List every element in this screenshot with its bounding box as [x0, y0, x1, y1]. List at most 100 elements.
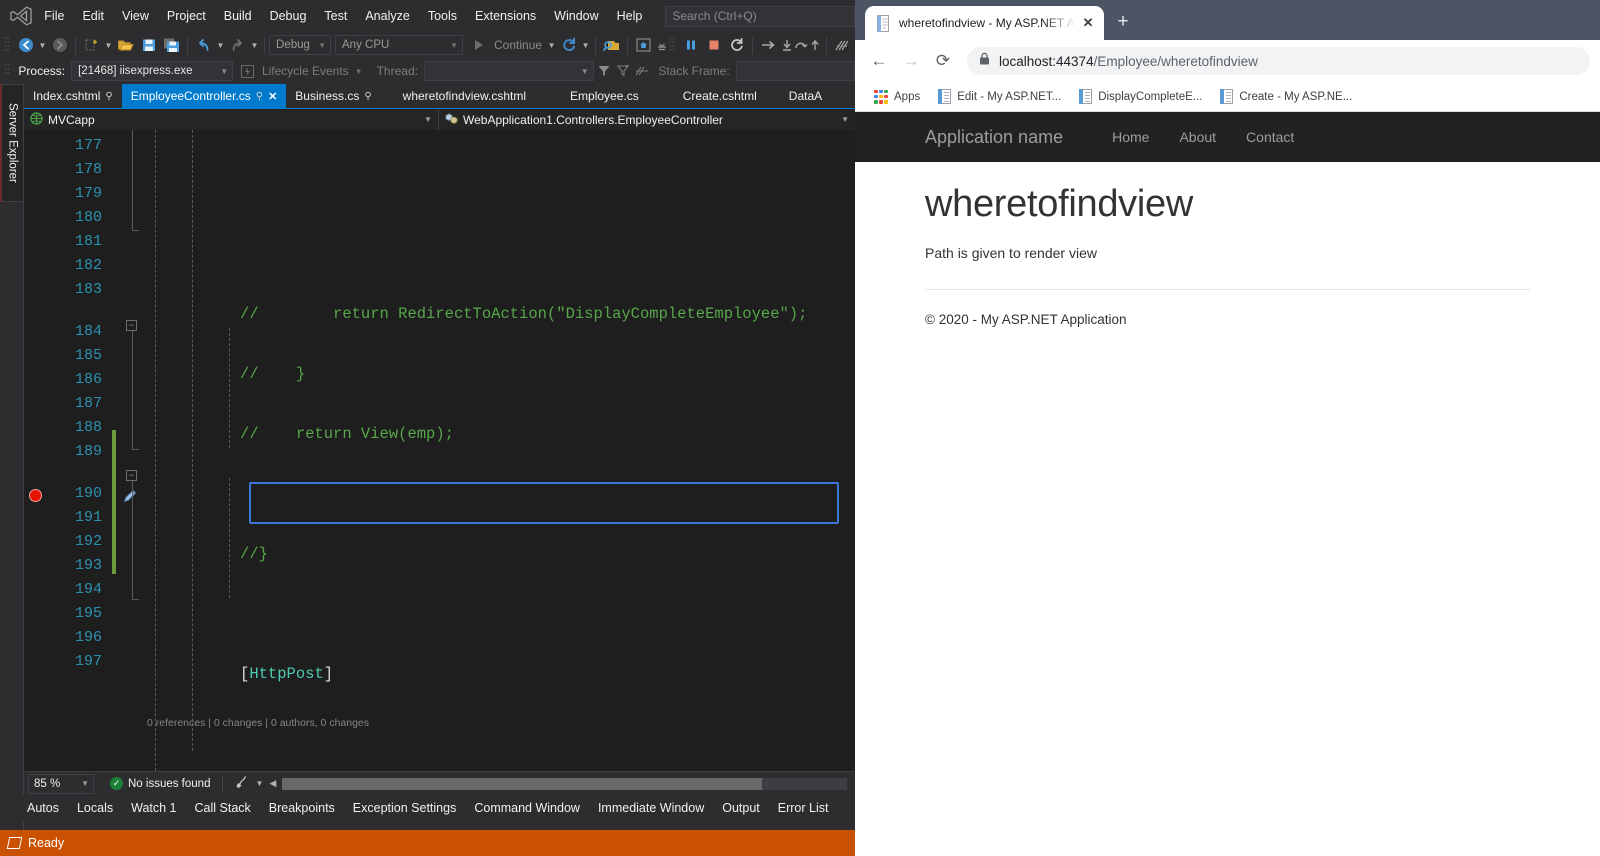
bookmark-displaycompleteemployee[interactable]: DisplayCompleteE...	[1070, 89, 1211, 104]
new-tab-button[interactable]: +	[1118, 11, 1129, 33]
menu-help[interactable]: Help	[608, 4, 652, 28]
menu-edit[interactable]: Edit	[73, 4, 113, 28]
redo-dropdown-icon[interactable]: ▼	[249, 41, 260, 50]
tab-dataaccess[interactable]: DataA	[778, 84, 833, 108]
code-line-180[interactable]	[147, 458, 855, 482]
outlining-margin[interactable]: − −	[119, 130, 147, 771]
menu-file[interactable]: File	[35, 4, 73, 28]
undo-icon[interactable]	[192, 34, 215, 56]
break-dropdown-icon[interactable]	[655, 34, 669, 56]
menu-window[interactable]: Window	[545, 4, 607, 28]
menu-analyze[interactable]: Analyze	[356, 4, 418, 28]
navigate-backward-dropdown-icon[interactable]: ▼	[37, 41, 48, 50]
breakpoint-icon[interactable]	[29, 489, 42, 502]
flag-filter-icon[interactable]	[594, 64, 614, 78]
continue-button-label[interactable]: Continue	[490, 38, 546, 52]
code-line-182[interactable]	[147, 578, 855, 602]
step-into-icon[interactable]	[780, 34, 794, 56]
project-selector[interactable]: MVCapp ▼	[24, 109, 439, 130]
lifecycle-events-icon[interactable]	[239, 64, 256, 78]
start-debug-icon[interactable]	[467, 34, 490, 56]
thread-combo[interactable]: ▼	[423, 61, 594, 81]
tab-create-cshtml[interactable]: Create.cshtml	[660, 84, 779, 108]
glyph-margin[interactable]	[24, 130, 48, 771]
horizontal-scrollbar[interactable]	[282, 777, 847, 790]
restart-debug-icon[interactable]	[725, 34, 748, 56]
undo-dropdown-icon[interactable]: ▼	[215, 41, 226, 50]
browser-tab-wheretofindview[interactable]: wheretofindview - My ASP.NET A ✕	[865, 6, 1104, 40]
step-over-icon[interactable]	[794, 34, 808, 56]
pin-icon[interactable]: ⚲	[105, 91, 112, 102]
navigate-backward-icon[interactable]	[14, 34, 37, 56]
tool-tab-command-window[interactable]: Command Window	[465, 801, 589, 815]
tool-tab-output[interactable]: Output	[713, 801, 769, 815]
pin-icon[interactable]: ⚲	[256, 91, 263, 102]
code-editor[interactable]: 177 178 179 180 181 182 183 184 185 186 …	[24, 130, 855, 771]
restart-dropdown-icon[interactable]: ▼	[580, 41, 591, 50]
nav-link-about[interactable]: About	[1164, 129, 1231, 145]
menu-debug[interactable]: Debug	[261, 4, 316, 28]
collapse-toggle-icon[interactable]: −	[126, 320, 137, 331]
scrollbar-thumb[interactable]	[282, 777, 763, 790]
tab-business-cs[interactable]: Business.cs ⚲	[286, 84, 381, 108]
nav-link-home[interactable]: Home	[1097, 129, 1164, 145]
new-project-icon[interactable]	[80, 34, 103, 56]
solution-platform-combo[interactable]: Any CPU ▼	[335, 35, 463, 55]
save-icon[interactable]	[137, 34, 160, 56]
address-bar[interactable]: localhost:44374/Employee/wheretofindview	[967, 47, 1590, 75]
tool-tab-immediate-window[interactable]: Immediate Window	[589, 801, 713, 815]
bookmark-apps[interactable]: Apps	[865, 89, 929, 104]
save-all-icon[interactable]	[160, 34, 183, 56]
continue-dropdown-icon[interactable]: ▼	[546, 41, 557, 50]
bookmark-create[interactable]: Create - My ASP.NE...	[1211, 89, 1361, 104]
navigate-forward-icon[interactable]	[48, 34, 71, 56]
tab-employee-cs[interactable]: Employee.cs	[548, 84, 661, 108]
scroll-left-icon[interactable]: ◀	[269, 778, 276, 789]
solution-configuration-combo[interactable]: Debug ▼	[269, 35, 331, 55]
process-combo[interactable]: [21468] iisexpress.exe ▼	[71, 61, 234, 81]
stack-frame-combo[interactable]	[735, 61, 855, 81]
bookmark-edit[interactable]: Edit - My ASP.NET...	[929, 89, 1070, 104]
tab-index-cshtml[interactable]: Index.cshtml ⚲	[24, 84, 122, 108]
show-next-statement-icon[interactable]	[757, 34, 780, 56]
lifecycle-dropdown-icon[interactable]: ▼	[355, 67, 363, 76]
stack-frame-toggle-icon[interactable]	[632, 64, 652, 78]
code-line-181[interactable]: //}	[147, 518, 855, 563]
code-line-183[interactable]: [HttpPost]	[147, 638, 855, 683]
menu-view[interactable]: View	[113, 4, 158, 28]
pause-icon[interactable]	[679, 34, 702, 56]
menu-tools[interactable]: Tools	[419, 4, 466, 28]
type-selector[interactable]: WebApplication1.Controllers.EmployeeCont…	[439, 109, 855, 130]
nav-link-contact[interactable]: Contact	[1231, 129, 1309, 145]
tool-tab-exception-settings[interactable]: Exception Settings	[344, 801, 466, 815]
redo-icon[interactable]	[226, 34, 249, 56]
menu-build[interactable]: Build	[215, 4, 261, 28]
tool-tab-autos[interactable]: Autos	[18, 801, 68, 815]
site-brand[interactable]: Application name	[925, 127, 1063, 148]
reload-icon[interactable]: ⟳	[929, 47, 957, 75]
code-line-179[interactable]: // return View(emp);	[147, 398, 855, 443]
forward-icon[interactable]: →	[897, 47, 925, 75]
menu-extensions[interactable]: Extensions	[466, 4, 545, 28]
step-out-icon[interactable]	[808, 34, 822, 56]
tool-tab-call-stack[interactable]: Call Stack	[186, 801, 260, 815]
tool-tab-watch-1[interactable]: Watch 1	[122, 801, 185, 815]
cleanup-dropdown-icon[interactable]: ▼	[255, 779, 263, 788]
menu-test[interactable]: Test	[315, 4, 356, 28]
code-text-area[interactable]: // return RedirectToAction("DisplayCompl…	[147, 130, 855, 771]
vs-search-input[interactable]: Search (Ctrl+Q)	[665, 5, 855, 27]
restart-icon[interactable]	[557, 34, 580, 56]
menu-project[interactable]: Project	[158, 4, 215, 28]
tool-tab-error-list[interactable]: Error List	[769, 801, 838, 815]
back-icon[interactable]: ←	[865, 47, 893, 75]
new-project-dropdown-icon[interactable]: ▼	[103, 41, 114, 50]
close-icon[interactable]: ✕	[1083, 15, 1094, 31]
attach-to-process-icon[interactable]	[600, 34, 623, 56]
server-explorer-tab[interactable]: Server Explorer	[0, 84, 24, 202]
flag-filter-alt-icon[interactable]	[614, 64, 632, 78]
issues-indicator[interactable]: ✓ No issues found	[110, 777, 210, 790]
code-line-177[interactable]: // return RedirectToAction("DisplayCompl…	[147, 278, 855, 323]
tab-wheretofindview-cshtml[interactable]: wheretofindview.cshtml	[380, 84, 549, 108]
pin-icon[interactable]: ⚲	[364, 91, 371, 102]
threads-windows-icon[interactable]	[831, 34, 854, 56]
